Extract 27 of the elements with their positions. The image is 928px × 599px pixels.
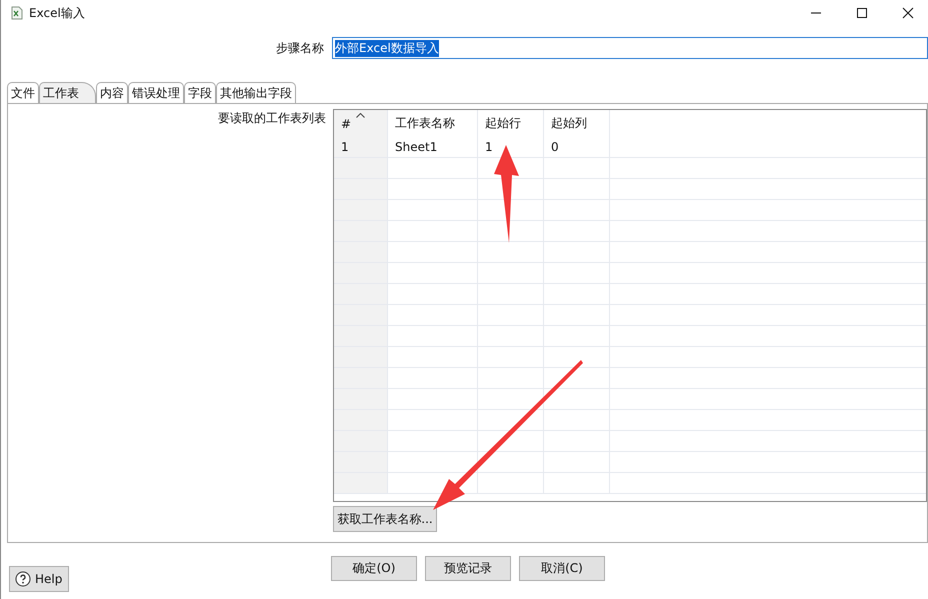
tab[interactable]: 其他输出字段 (216, 82, 296, 103)
help-icon (15, 571, 31, 587)
column-header[interactable]: # (334, 110, 388, 137)
column-header[interactable]: 起始列 (544, 110, 610, 137)
get-sheet-names-button[interactable]: 获取工作表名称... (333, 506, 437, 532)
tab[interactable]: 工作表 (39, 82, 96, 103)
tab[interactable]: 字段 (184, 82, 216, 103)
dialog-button[interactable]: 预览记录 (425, 556, 511, 581)
step-name-field[interactable]: 外部Excel数据导入 (332, 37, 928, 59)
close-icon[interactable] (902, 7, 914, 19)
table-cell: 0 (544, 137, 610, 157)
sort-caret-icon (356, 113, 365, 118)
column-header[interactable]: 起始行 (478, 110, 544, 137)
sheet-list-label: 要读取的工作表列表 (217, 110, 326, 127)
row-header-cell: 1 (334, 137, 388, 157)
step-name-label: 步骤名称 (276, 40, 324, 56)
dialog-button[interactable]: 确定(O) (331, 556, 417, 581)
document-icon (11, 6, 23, 20)
column-header[interactable]: 工作表名称 (388, 110, 478, 137)
table-cell: Sheet1 (388, 137, 478, 157)
dialog-button[interactable]: 取消(C) (519, 556, 605, 581)
help-button[interactable]: Help (9, 566, 69, 592)
maximize-icon[interactable] (856, 7, 868, 19)
tab[interactable]: 内容 (96, 82, 128, 103)
window-title: Excel输入 (29, 4, 85, 22)
tab[interactable]: 文件 (7, 82, 39, 103)
tab[interactable]: 错误处理 (128, 82, 184, 103)
